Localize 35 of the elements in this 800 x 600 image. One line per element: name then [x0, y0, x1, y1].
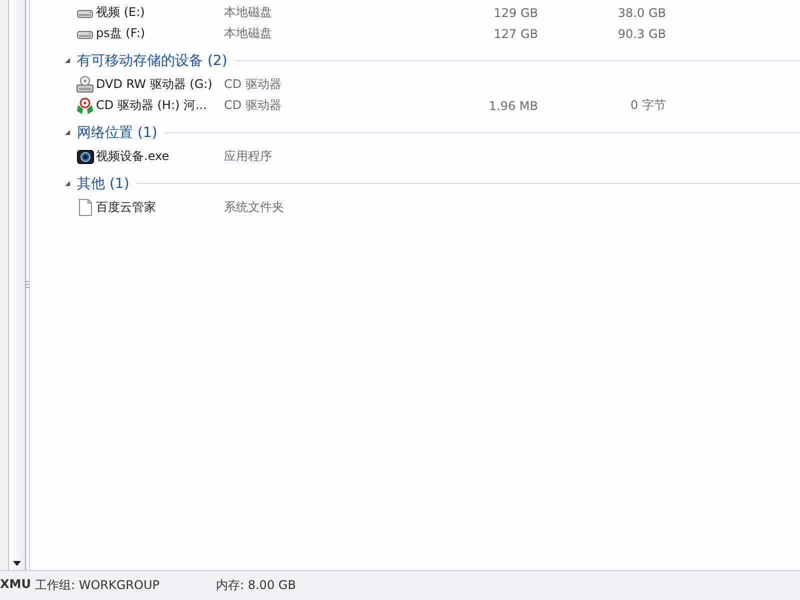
group-header[interactable]: 网络位置 (1) [77, 124, 158, 142]
collapse-triangle-icon[interactable] [65, 130, 70, 135]
item-type: 系统文件夹 [224, 199, 285, 216]
item-name[interactable]: 百度云管家 [96, 199, 224, 216]
hard-drive-icon [77, 28, 93, 38]
total-size: 129 GB [492, 6, 538, 20]
item-type: 本地磁盘 [224, 4, 273, 21]
item-type: CD 驱动器 [224, 97, 282, 114]
total-size: 1.96 MB [488, 98, 538, 112]
item-name[interactable]: CD 驱动器 (H:) 河... [96, 97, 224, 114]
memory-label: 内存: 8.00 GB [216, 577, 296, 594]
item-type: 本地磁盘 [224, 25, 273, 42]
item-name[interactable]: ps盘 (F:) [96, 25, 224, 42]
free-space: 0 字节 [630, 97, 666, 114]
group-header[interactable]: 其他 (1) [77, 174, 130, 192]
camera-icon [76, 149, 94, 164]
computer-name: XMU [0, 577, 32, 591]
item-name[interactable]: 视频 (E:) [96, 4, 224, 21]
scrollbar[interactable] [9, 0, 26, 570]
free-space: 38.0 GB [616, 6, 666, 20]
item-type: 应用程序 [224, 148, 273, 165]
workgroup-label: 工作组: WORKGROUP [35, 577, 160, 594]
collapse-triangle-icon[interactable] [65, 58, 70, 63]
collapse-triangle-icon[interactable] [65, 181, 70, 186]
hard-drive-icon [77, 8, 93, 18]
grip-icon [26, 281, 29, 289]
free-space: 90.3 GB [616, 26, 666, 40]
disc-icon [76, 96, 94, 114]
optical-drive-icon [76, 76, 94, 94]
group-header[interactable]: 有可移动存储的设备 (2) [77, 52, 228, 70]
item-name[interactable]: 视频设备.exe [96, 148, 224, 165]
item-type: CD 驱动器 [224, 76, 282, 93]
document-icon [78, 199, 92, 216]
item-name[interactable]: DVD RW 驱动器 (G:) [96, 76, 224, 93]
total-size: 127 GB [492, 26, 538, 40]
